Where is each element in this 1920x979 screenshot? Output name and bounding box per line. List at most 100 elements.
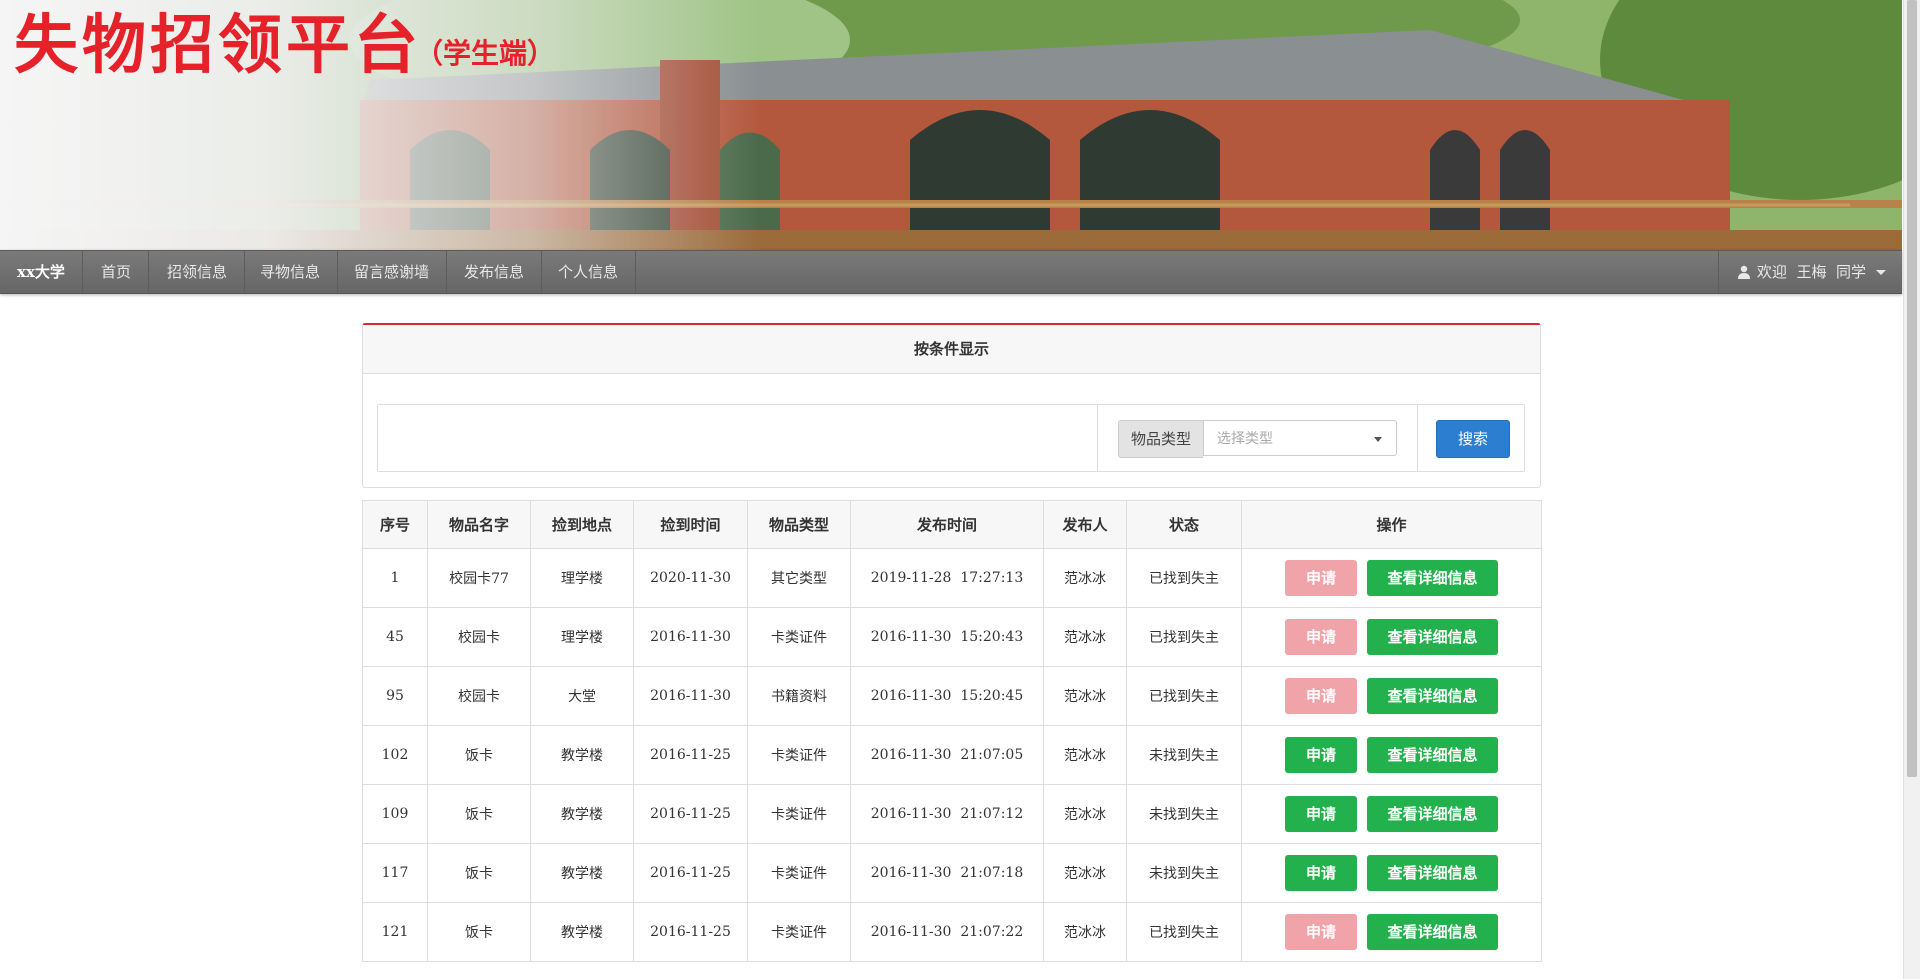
nav-item-publish[interactable]: 发布信息 xyxy=(447,251,543,293)
nav-item-profile[interactable]: 个人信息 xyxy=(541,251,637,293)
cell-type: 其它类型 xyxy=(747,548,851,608)
cell-id: 95 xyxy=(362,666,428,726)
table-body: 1 校园卡77 理学楼 2020-11-30 其它类型 2019-11-28 17:27:… xyxy=(362,548,1542,962)
cell-publisher: 范冰冰 xyxy=(1043,666,1127,726)
cell-actions: 申请 查看详细信息 xyxy=(1241,548,1542,608)
item-type-label: 物品类型 xyxy=(1118,420,1203,458)
apply-button[interactable]: 申请 xyxy=(1285,855,1357,891)
apply-button[interactable]: 申请 xyxy=(1285,737,1357,773)
view-details-button[interactable]: 查看详细信息 xyxy=(1367,737,1498,773)
cell-published: 2016-11-30 21:07:05 xyxy=(850,725,1044,785)
app-subtitle: （学生端） xyxy=(415,37,556,70)
cell-published: 2016-11-30 15:20:45 xyxy=(850,666,1044,726)
cell-id: 109 xyxy=(362,784,428,844)
apply-button: 申请 xyxy=(1285,914,1357,950)
cell-actions: 申请 查看详细信息 xyxy=(1241,607,1542,667)
view-details-button[interactable]: 查看详细信息 xyxy=(1367,855,1498,891)
table-row: 121 饭卡 教学楼 2016-11-25 卡类证件 2016-11-30 21:07:2… xyxy=(362,902,1542,962)
header-publisher: 发布人 xyxy=(1043,500,1127,549)
item-type-select[interactable]: 选择类型 xyxy=(1203,420,1397,456)
header-type: 物品类型 xyxy=(747,500,851,549)
nav-item-thanks-wall[interactable]: 留言感谢墙 xyxy=(337,251,448,293)
nav-item-found-info[interactable]: 招领信息 xyxy=(150,251,246,293)
view-details-button[interactable]: 查看详细信息 xyxy=(1367,560,1498,596)
search-button[interactable]: 搜索 xyxy=(1436,420,1510,458)
cell-place: 教学楼 xyxy=(530,725,634,785)
table-row: 45 校园卡 理学楼 2016-11-30 卡类证件 2016-11-30 15:20:4… xyxy=(362,607,1542,667)
cell-type: 卡类证件 xyxy=(747,784,851,844)
user-menu[interactable]: 欢迎 王梅 同学 xyxy=(1717,251,1902,295)
cell-type: 书籍资料 xyxy=(747,666,851,726)
header-banner: 失物招领平台 （学生端） xyxy=(0,0,1902,250)
item-type-placeholder: 选择类型 xyxy=(1217,431,1273,447)
cell-actions: 申请 查看详细信息 xyxy=(1241,784,1542,844)
filter-empty-cell xyxy=(378,405,1098,471)
cell-published: 2016-11-30 21:07:12 xyxy=(850,784,1044,844)
user-greeting: 欢迎 王梅 同学 xyxy=(1756,263,1866,281)
cell-publisher: 范冰冰 xyxy=(1043,843,1127,903)
cell-actions: 申请 查看详细信息 xyxy=(1241,666,1542,726)
cell-published: 2016-11-30 15:20:43 xyxy=(850,607,1044,667)
user-icon xyxy=(1737,253,1751,295)
cell-status: 未找到失主 xyxy=(1126,843,1242,903)
table-row: 95 校园卡 大堂 2016-11-30 书籍资料 2016-11-30 15:20:45… xyxy=(362,666,1542,726)
nav-item-lost-info[interactable]: 寻物信息 xyxy=(243,251,339,293)
cell-publisher: 范冰冰 xyxy=(1043,902,1127,962)
type-filter-cell: 物品类型 选择类型 xyxy=(1098,405,1418,471)
apply-button: 申请 xyxy=(1285,678,1357,714)
cell-place: 理学楼 xyxy=(530,607,634,667)
cell-publisher: 范冰冰 xyxy=(1043,784,1127,844)
view-details-button[interactable]: 查看详细信息 xyxy=(1367,678,1498,714)
cell-name: 饭卡 xyxy=(427,902,531,962)
page-scrollbar[interactable] xyxy=(1903,0,1920,979)
cell-name: 饭卡 xyxy=(427,843,531,903)
view-details-button[interactable]: 查看详细信息 xyxy=(1367,914,1498,950)
cell-place: 大堂 xyxy=(530,666,634,726)
cell-name: 饭卡 xyxy=(427,725,531,785)
cell-type: 卡类证件 xyxy=(747,843,851,903)
cell-found: 2016-11-30 xyxy=(633,607,748,667)
cell-place: 教学楼 xyxy=(530,902,634,962)
chevron-down-icon xyxy=(1876,270,1886,275)
apply-button: 申请 xyxy=(1285,560,1357,596)
apply-button[interactable]: 申请 xyxy=(1285,796,1357,832)
cell-publisher: 范冰冰 xyxy=(1043,607,1127,667)
cell-status: 已找到失主 xyxy=(1126,902,1242,962)
cell-found: 2016-11-25 xyxy=(633,902,748,962)
cell-id: 1 xyxy=(362,548,428,608)
cell-published: 2016-11-30 21:07:18 xyxy=(850,843,1044,903)
cell-found: 2016-11-25 xyxy=(633,843,748,903)
cell-found: 2016-11-25 xyxy=(633,725,748,785)
cell-place: 理学楼 xyxy=(530,548,634,608)
panel-title: 按条件显示 xyxy=(363,325,1540,374)
cell-name: 校园卡 xyxy=(427,607,531,667)
table-row: 109 饭卡 教学楼 2016-11-25 卡类证件 2016-11-30 21:07:1… xyxy=(362,784,1542,844)
cell-published: 2019-11-28 17:27:13 xyxy=(850,548,1044,608)
cell-place: 教学楼 xyxy=(530,784,634,844)
cell-publisher: 范冰冰 xyxy=(1043,725,1127,785)
cell-found: 2020-11-30 xyxy=(633,548,748,608)
cell-published: 2016-11-30 21:07:22 xyxy=(850,902,1044,962)
scrollbar-thumb[interactable] xyxy=(1907,0,1917,777)
cell-type: 卡类证件 xyxy=(747,725,851,785)
view-details-button[interactable]: 查看详细信息 xyxy=(1367,796,1498,832)
table-row: 1 校园卡77 理学楼 2020-11-30 其它类型 2019-11-28 17:27:… xyxy=(362,548,1542,608)
cell-status: 未找到失主 xyxy=(1126,784,1242,844)
header-status: 状态 xyxy=(1126,500,1242,549)
cell-status: 已找到失主 xyxy=(1126,607,1242,667)
cell-status: 未找到失主 xyxy=(1126,725,1242,785)
filter-row: 物品类型 选择类型 搜索 xyxy=(377,404,1525,472)
header-place: 捡到地点 xyxy=(530,500,634,549)
cell-id: 117 xyxy=(362,843,428,903)
nav-brand[interactable]: xx大学 xyxy=(0,251,83,293)
cell-name: 饭卡 xyxy=(427,784,531,844)
cell-name: 校园卡 xyxy=(427,666,531,726)
table-row: 102 饭卡 教学楼 2016-11-25 卡类证件 2016-11-30 21:07:0… xyxy=(362,725,1542,785)
nav-item-home[interactable]: 首页 xyxy=(84,251,150,293)
view-details-button[interactable]: 查看详细信息 xyxy=(1367,619,1498,655)
cell-id: 121 xyxy=(362,902,428,962)
cell-actions: 申请 查看详细信息 xyxy=(1241,725,1542,785)
header-published-time: 发布时间 xyxy=(850,500,1044,549)
cell-actions: 申请 查看详细信息 xyxy=(1241,843,1542,903)
cell-id: 45 xyxy=(362,607,428,667)
